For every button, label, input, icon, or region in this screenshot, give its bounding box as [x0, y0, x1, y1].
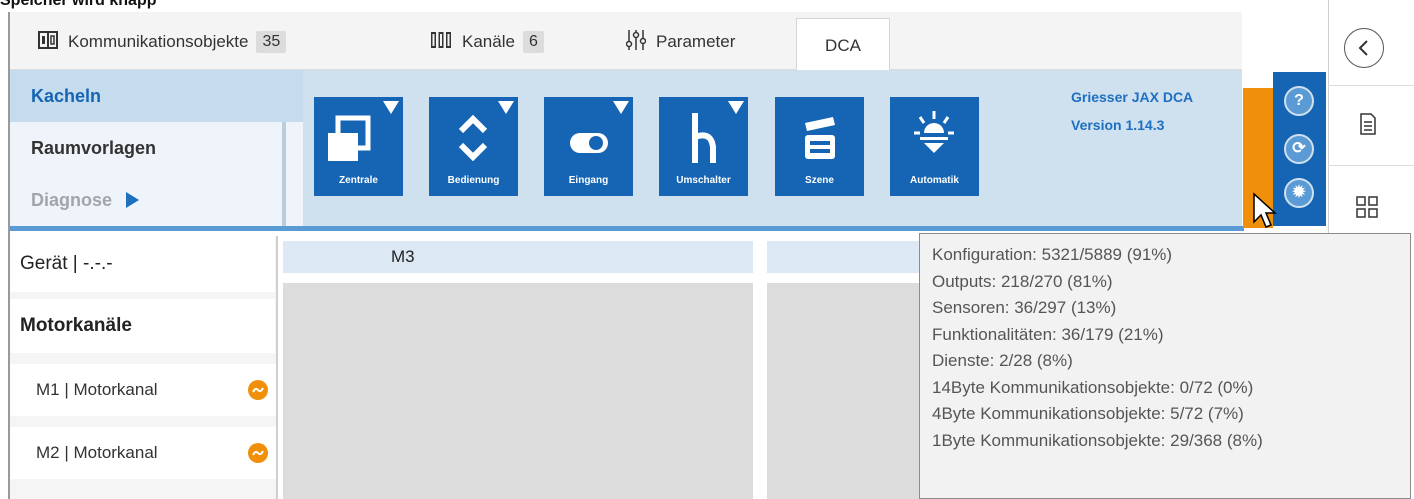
nav-label: Diagnose [31, 189, 113, 210]
tile-label: Eingang [568, 175, 609, 186]
list-item-label: M1 | Motorkanal [36, 380, 158, 399]
nav-item-diagnose[interactable]: Diagnose [10, 174, 303, 226]
tile-label: Szene [805, 175, 834, 186]
help-button[interactable]: ? [1284, 86, 1314, 116]
device-label: Gerät | -.-.- [20, 253, 113, 274]
product-version: Version 1.14.3 [1071, 117, 1165, 133]
tile-umschalter[interactable]: Umschalter [659, 97, 748, 196]
dropdown-arrow-icon [728, 101, 744, 114]
tab-label: Kommunikationsobjekte [68, 32, 249, 51]
list-item-m1[interactable]: M1 | Motorkanal [10, 364, 301, 416]
refresh-icon: ⟳ [1292, 140, 1306, 157]
tooltip-line: Dienste: 2/28 (8%) [932, 351, 1073, 370]
play-icon [126, 192, 140, 208]
tab-bar: Kommunikationsobjekte 35 Kanäle 6 Parame… [10, 12, 1242, 73]
tile-label: Zentrale [339, 175, 378, 186]
rail-divider [1328, 85, 1414, 86]
motor-status-icon [248, 380, 268, 400]
column-body [283, 283, 753, 499]
dropdown-arrow-icon [383, 101, 399, 114]
sun-icon [914, 111, 954, 153]
column-body [767, 283, 927, 499]
window-caption: Speicher wird knapp [0, 0, 157, 9]
product-name: Griesser JAX DCA [1071, 89, 1194, 105]
tile-zentrale[interactable]: Zentrale [314, 97, 403, 196]
nav-item-raumvorlagen[interactable]: Raumvorlagen [10, 122, 303, 175]
objects-icon [38, 30, 58, 54]
tooltip-line: Outputs: 218/270 (81%) [932, 271, 1113, 291]
tooltip-line: Sensoren: 36/297 (13%) [932, 298, 1117, 317]
tab-parameter[interactable]: Parameter [625, 22, 736, 62]
tooltip-line: 4Byte Kommunikationsobjekte: 5/72 (7%) [932, 404, 1244, 423]
tooltip-line: 1Byte Kommunikationsobjekte: 29/368 (8%) [932, 430, 1263, 450]
list-item-m2[interactable]: M2 | Motorkanal [10, 427, 301, 479]
ribbon-underline [10, 226, 1244, 231]
rail-divider [1328, 165, 1414, 166]
nav-label: Raumvorlagen [31, 137, 157, 158]
tile-szene[interactable]: Szene [775, 97, 864, 196]
count-badge: 6 [522, 31, 544, 53]
tab-kommunikationsobjekte[interactable]: Kommunikationsobjekte 35 [38, 22, 287, 62]
column-title: M3 [391, 247, 415, 266]
mouse-cursor-icon [1252, 192, 1278, 237]
clapper-icon [805, 117, 835, 159]
grid-icon [1356, 196, 1378, 218]
nav-item-kacheln[interactable]: Kacheln [10, 70, 303, 123]
tab-label: Kanäle [462, 32, 515, 51]
column-header[interactable] [767, 241, 927, 273]
tooltip-line: 14Byte Kommunikationsobjekte: 0/72 (0%) [932, 377, 1254, 397]
dropdown-arrow-icon [498, 101, 514, 114]
tile-label: Umschalter [676, 175, 731, 186]
memory-usage-tooltip: Konfiguration: 5321/5889 (91%) Outputs: … [919, 233, 1411, 499]
tooltip-line: Konfiguration: 5321/5889 (91%) [932, 245, 1173, 264]
tile-label: Automatik [910, 175, 959, 186]
tile-label: Bedienung [447, 175, 500, 186]
grid-view-button[interactable] [1356, 196, 1378, 223]
column-header-m3[interactable]: M3 [283, 241, 753, 273]
section-label: Motorkanäle [20, 315, 132, 336]
nav-label: Kacheln [31, 85, 102, 106]
refresh-button[interactable]: ⟳ [1284, 134, 1314, 164]
dropdown-arrow-icon [613, 101, 629, 114]
panel-divider [276, 236, 278, 499]
count-badge: 35 [256, 31, 287, 53]
sliders-icon [625, 29, 647, 56]
tile-bedienung[interactable]: Bedienung [429, 97, 518, 196]
help-icon: ? [1294, 92, 1304, 109]
tile-automatik[interactable]: Automatik [890, 97, 979, 196]
document-button[interactable] [1359, 113, 1377, 140]
tab-label: Parameter [656, 32, 736, 51]
list-item-label: M2 | Motorkanal [36, 443, 158, 462]
nav-divider [282, 122, 286, 226]
tile-eingang[interactable]: Eingang [544, 97, 633, 196]
chevron-left-icon [1358, 40, 1368, 56]
settings-icon: ✹ [1292, 184, 1306, 201]
tab-dca[interactable]: DCA [796, 18, 890, 73]
document-icon [1360, 113, 1376, 135]
motor-status-icon [248, 443, 268, 463]
device-header[interactable]: Gerät | -.-.- [10, 236, 275, 292]
tab-kanaele[interactable]: Kanäle 6 [430, 22, 544, 62]
settings-button[interactable]: ✹ [1284, 178, 1314, 208]
tooltip-line: Funktionalitäten: 36/179 (21%) [932, 324, 1164, 344]
section-header: Motorkanäle [10, 299, 275, 353]
tab-label: DCA [825, 36, 861, 55]
channels-icon [430, 31, 452, 54]
collapse-button[interactable] [1344, 28, 1384, 68]
